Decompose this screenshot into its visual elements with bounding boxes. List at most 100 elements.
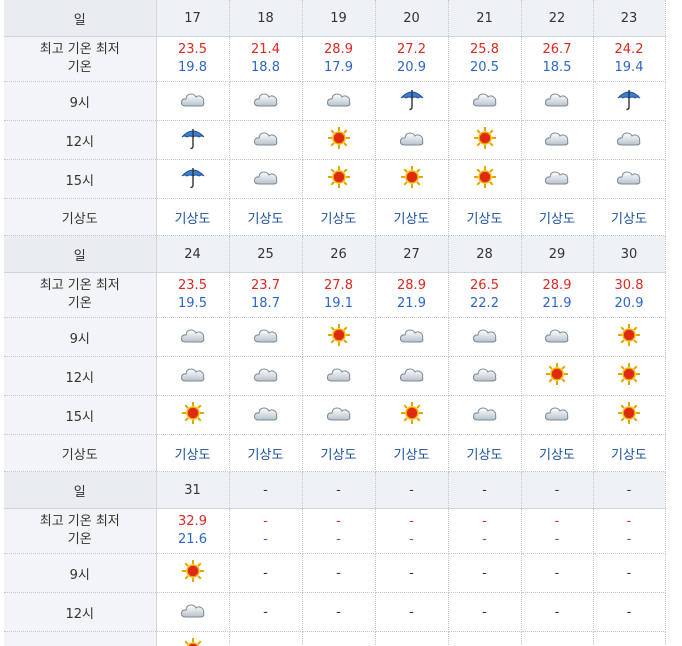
high-temp: - — [626, 514, 632, 529]
weather-map-link[interactable]: 기상도 — [467, 212, 503, 227]
low-temp: 21.9 — [397, 296, 426, 311]
time-label: 12시 — [4, 592, 157, 632]
temperature-cell: 26.7 18.5 — [521, 36, 594, 82]
time-label: 9시 — [4, 317, 157, 357]
weather-map-link[interactable]: 기상도 — [467, 448, 503, 463]
day-number: - — [375, 471, 449, 509]
weather-cell — [229, 159, 303, 199]
weather-calendar: 일 17 18 19 20 21 22 23 최고 기온 최저 기온 23.5 19.8 21.4 18.… — [0, 0, 682, 646]
empty-value: - — [263, 604, 268, 620]
weather-map-link[interactable]: 기상도 — [539, 448, 575, 463]
weather-cell — [302, 120, 376, 160]
cloud-icon — [399, 326, 425, 348]
weather-map-link[interactable]: 기상도 — [611, 448, 647, 463]
high-temp: 26.7 — [542, 42, 572, 57]
weather-cell: - — [375, 592, 449, 632]
cloud-icon — [544, 404, 570, 426]
temperature-cell: 28.9 17.9 — [302, 36, 376, 82]
weather-9-row: 9시 — [4, 81, 666, 121]
empty-value: - — [482, 604, 487, 620]
high-temp: 28.9 — [324, 42, 353, 57]
high-temp: 28.9 — [542, 278, 572, 293]
low-temp: - — [482, 532, 487, 547]
weather-map-link[interactable]: 기상도 — [611, 212, 647, 227]
weather-map-link[interactable]: 기상도 — [394, 448, 430, 463]
weather-cell — [302, 81, 376, 121]
sun-icon — [617, 362, 641, 390]
weather-map-link[interactable]: 기상도 — [539, 212, 575, 227]
empty-value: - — [626, 565, 632, 581]
weather-cell — [375, 395, 449, 435]
day-number: 23 — [593, 0, 666, 37]
umbrella-icon — [399, 87, 425, 115]
weather-cell: - — [229, 592, 303, 632]
low-temp: 19.4 — [614, 60, 644, 75]
temperature-row: 최고 기온 최저 기온 23.5 19.5 23.7 18.7 27.8 19.1 28.9 21… — [4, 272, 666, 318]
sun-icon — [327, 323, 351, 351]
weather-map-cell: 기상도 — [448, 434, 522, 472]
weather-cell — [521, 317, 594, 357]
weather-cell: - — [229, 553, 303, 593]
high-temp: 23.5 — [178, 42, 207, 57]
weather-cell: - — [521, 631, 594, 646]
empty-value: - — [336, 604, 341, 620]
low-temp: 18.5 — [542, 60, 572, 75]
empty-value: - — [409, 604, 414, 620]
day-number: 19 — [302, 0, 376, 37]
weather-cell — [156, 356, 230, 396]
weather-map-cell: 기상도 — [448, 198, 522, 236]
temperature-row: 최고 기온 최저 기온 23.5 19.8 21.4 18.8 28.9 17.9 27.2 20… — [4, 36, 666, 82]
weather-cell — [593, 159, 666, 199]
weather-cell — [448, 395, 522, 435]
low-temp: 18.8 — [251, 60, 280, 75]
temperature-cell: -- — [229, 508, 303, 554]
weather-cell — [302, 395, 376, 435]
weather-cell — [156, 159, 230, 199]
weather-cell: - — [448, 553, 522, 593]
weather-cell: - — [593, 631, 666, 646]
weather-map-link[interactable]: 기상도 — [175, 212, 211, 227]
empty-value: - — [482, 565, 487, 581]
weather-15-row: 15시 — [4, 159, 666, 199]
temperature-cell: -- — [448, 508, 522, 554]
weather-map-link[interactable]: 기상도 — [394, 212, 430, 227]
weather-map-link[interactable]: 기상도 — [248, 212, 284, 227]
cloud-icon — [253, 90, 279, 112]
weather-cell — [229, 356, 303, 396]
weather-cell — [156, 553, 230, 593]
day-number: - — [302, 471, 376, 509]
weather-cell — [156, 631, 230, 646]
low-temp: 20.9 — [614, 296, 644, 311]
low-temp: 21.6 — [178, 532, 207, 547]
weather-map-link[interactable]: 기상도 — [175, 448, 211, 463]
cloud-icon — [180, 90, 206, 112]
weather-map-cell: 기상도 — [375, 198, 449, 236]
low-temp: - — [336, 532, 341, 547]
day-number: - — [448, 471, 522, 509]
weather-12-row: 12시 - - - - - - — [4, 592, 666, 632]
temperature-label: 최고 기온 최저 기온 — [4, 272, 157, 318]
day-label: 일 — [4, 235, 157, 273]
sun-icon — [400, 165, 424, 193]
weather-map-link[interactable]: 기상도 — [248, 448, 284, 463]
cloud-icon — [472, 90, 498, 112]
cloud-icon — [253, 129, 279, 151]
weather-map-link[interactable]: 기상도 — [321, 448, 357, 463]
weather-15-row: 15시 — [4, 395, 666, 435]
high-temp: 26.5 — [470, 278, 499, 293]
temperature-label-line1: 최고 기온 최저 — [39, 42, 120, 57]
weather-map-cell: 기상도 — [229, 434, 303, 472]
high-temp: - — [409, 514, 414, 529]
day-header-row: 일 24 25 26 27 28 29 30 — [4, 235, 666, 273]
weather-cell — [521, 120, 594, 160]
low-temp: 19.5 — [178, 296, 207, 311]
sun-icon — [327, 165, 351, 193]
cloud-icon — [544, 90, 570, 112]
weather-map-link[interactable]: 기상도 — [321, 212, 357, 227]
weather-cell: - — [448, 592, 522, 632]
weather-map-cell: 기상도 — [521, 434, 594, 472]
empty-value: - — [336, 565, 341, 581]
temperature-cell: 28.9 21.9 — [521, 272, 594, 318]
weather-map-cell: 기상도 — [156, 198, 230, 236]
cloud-icon — [180, 601, 206, 623]
